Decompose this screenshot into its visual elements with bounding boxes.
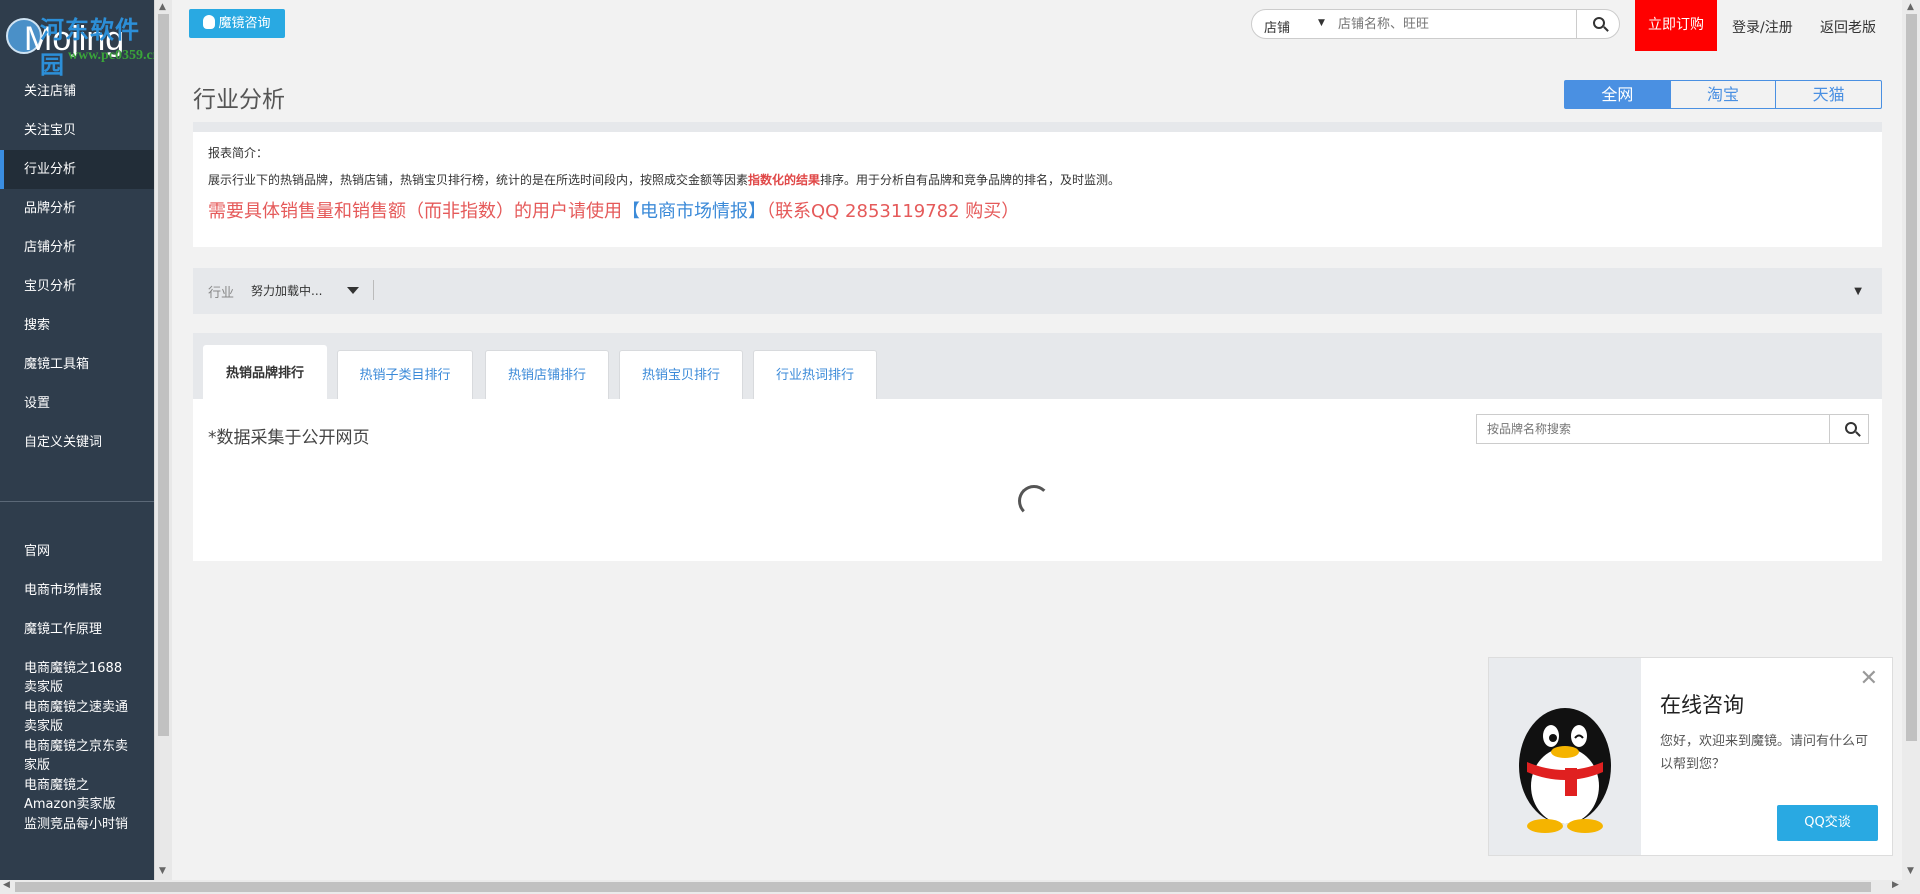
search-icon[interactable] bbox=[1845, 422, 1857, 434]
online-consult-popup: 在线咨询 您好，欢迎来到魔镜。请问有什么可以帮到您？ ✕ QQ交谈 bbox=[1488, 657, 1893, 856]
login-link[interactable]: 登录/注册 bbox=[1732, 17, 1793, 37]
industry-select[interactable]: 努力加载中... bbox=[251, 282, 322, 299]
shop-search: 店铺 ▼ bbox=[1251, 9, 1620, 39]
logo-watermark: 河东软件园 bbox=[40, 16, 140, 79]
qq-icon bbox=[203, 15, 216, 29]
promo-text-start: 需要具体销售量和销售额（而非指数）的用户请使用 bbox=[208, 201, 622, 222]
sidebar: Mojing 河东软件园 www.pc0359.cn 关注店铺 关注宝贝 行业分… bbox=[0, 0, 154, 880]
page-horizontal-scrollbar[interactable]: ◀ ▶ bbox=[0, 880, 1920, 894]
sidebar-link-1688[interactable]: 电商魔镜之1688卖家版 bbox=[0, 649, 154, 695]
promo-text: 需要具体销售量和销售额（而非指数）的用户请使用【电商市场情报】（联系QQ 285… bbox=[208, 197, 1867, 223]
qq-penguin-icon bbox=[1489, 658, 1641, 855]
page-vertical-scrollbar[interactable]: ▲ ▼ bbox=[1902, 0, 1920, 880]
consult-button-label: 魔镜咨询 bbox=[218, 16, 271, 31]
tab-hot-brands[interactable]: 热销品牌排行 bbox=[203, 345, 327, 400]
intro-desc-highlight: 指数化的结果 bbox=[748, 173, 821, 187]
filter-divider bbox=[373, 280, 374, 300]
order-now-button[interactable]: 立即订购 bbox=[1635, 0, 1717, 51]
intro-description: 展示行业下的热销品牌，热销店铺，热销宝贝排行榜，统计的是在所选时间段内，按照成交… bbox=[208, 171, 1867, 188]
page-title: 行业分析 bbox=[193, 87, 285, 113]
sidebar-item-search[interactable]: 搜索 bbox=[0, 306, 154, 345]
loading-spinner-icon bbox=[1018, 485, 1050, 517]
consult-title: 在线咨询 bbox=[1660, 693, 1744, 717]
sidebar-item-item-analysis[interactable]: 宝贝分析 bbox=[0, 267, 154, 306]
sidebar-link-market-intel[interactable]: 电商市场情报 bbox=[0, 571, 154, 610]
ranking-panel: 热销品牌排行 热销子类目排行 热销店铺排行 热销宝贝排行 行业热词排行 *数据采… bbox=[193, 333, 1882, 561]
market-intel-link[interactable]: 【电商市场情报】 bbox=[622, 201, 766, 222]
logo-url: www.pc0359.cn bbox=[68, 48, 154, 63]
logo[interactable]: Mojing 河东软件园 www.pc0359.cn bbox=[0, 0, 154, 79]
data-source-note: *数据采集于公开网页 bbox=[208, 428, 370, 448]
caret-down-icon[interactable]: ▼ bbox=[1318, 18, 1325, 28]
consult-button[interactable]: 魔镜咨询 bbox=[189, 9, 285, 38]
industry-filter: 行业 努力加载中... ▼ bbox=[193, 268, 1882, 314]
sidebar-links: 官网 电商市场情报 魔镜工作原理 电商魔镜之1688卖家版 电商魔镜之速卖通卖家… bbox=[0, 532, 154, 844]
brand-search bbox=[1476, 414, 1869, 444]
intro-heading: 报表简介： bbox=[208, 146, 269, 160]
sidebar-item-brand-analysis[interactable]: 品牌分析 bbox=[0, 189, 154, 228]
scroll-right-arrow-icon[interactable]: ▶ bbox=[1892, 880, 1899, 890]
tab-industry-keywords[interactable]: 行业热词排行 bbox=[753, 350, 877, 399]
industry-label: 行业 bbox=[208, 286, 235, 301]
expand-filter-icon[interactable]: ▼ bbox=[1854, 286, 1862, 297]
brand-search-input[interactable] bbox=[1477, 415, 1830, 443]
sidebar-scrollbar-thumb[interactable] bbox=[158, 14, 169, 736]
sidebar-link-official[interactable]: 官网 bbox=[0, 532, 154, 571]
sidebar-item-toolbox[interactable]: 魔镜工具箱 bbox=[0, 345, 154, 384]
sidebar-item-custom-keywords[interactable]: 自定义关键词 bbox=[0, 423, 154, 462]
tab-hot-subcategories[interactable]: 热销子类目排行 bbox=[337, 350, 473, 399]
intro-desc-text-end: 排序。用于分析自有品牌和竞争品牌的排名，及时监测。 bbox=[820, 173, 1121, 187]
sidebar-item-shop-analysis[interactable]: 店铺分析 bbox=[0, 228, 154, 267]
sidebar-item-settings[interactable]: 设置 bbox=[0, 384, 154, 423]
sidebar-divider bbox=[0, 501, 154, 502]
intro-desc-text: 展示行业下的热销品牌，热销店铺，热销宝贝排行榜，统计的是在所选时间段内，按照成交… bbox=[208, 173, 749, 187]
tab-hot-items[interactable]: 热销宝贝排行 bbox=[619, 350, 743, 399]
scroll-up-arrow-icon[interactable]: ▲ bbox=[159, 2, 166, 12]
scroll-left-arrow-icon[interactable]: ◀ bbox=[3, 880, 10, 890]
search-icon bbox=[1593, 17, 1605, 29]
segment-all[interactable]: 全网 bbox=[1565, 81, 1671, 108]
horizontal-scrollbar-thumb[interactable] bbox=[15, 882, 1871, 892]
segment-tmall[interactable]: 天猫 bbox=[1776, 81, 1881, 108]
scroll-down-arrow-icon[interactable]: ▼ bbox=[1907, 866, 1914, 876]
tab-hot-shops[interactable]: 热销店铺排行 bbox=[485, 350, 609, 399]
segment-taobao[interactable]: 淘宝 bbox=[1671, 81, 1777, 108]
qq-chat-button[interactable]: QQ交谈 bbox=[1777, 805, 1878, 841]
search-button[interactable] bbox=[1579, 10, 1619, 38]
back-old-version-link[interactable]: 返回老版 bbox=[1820, 17, 1876, 37]
consult-message: 您好，欢迎来到魔镜。请问有什么可以帮到您？ bbox=[1660, 734, 1869, 772]
platform-switch: 全网 淘宝 天猫 bbox=[1564, 80, 1882, 109]
scroll-up-arrow-icon[interactable]: ▲ bbox=[1907, 2, 1914, 12]
sidebar-item-industry-analysis[interactable]: 行业分析 bbox=[0, 150, 154, 189]
report-intro: 报表简介： 展示行业下的热销品牌，热销店铺，热销宝贝排行榜，统计的是在所选时间段… bbox=[193, 122, 1882, 247]
ranking-tabs: 热销品牌排行 热销子类目排行 热销店铺排行 热销宝贝排行 行业热词排行 bbox=[193, 333, 1882, 400]
sidebar-scrollbar[interactable]: ▲ ▼ bbox=[154, 0, 172, 880]
dropdown-arrow-icon[interactable] bbox=[347, 287, 359, 294]
qq-chat-label: QQ交谈 bbox=[1804, 815, 1851, 830]
sidebar-nav: 关注店铺 关注宝贝 行业分析 品牌分析 店铺分析 宝贝分析 搜索 魔镜工具箱 设… bbox=[0, 72, 154, 462]
scroll-down-arrow-icon[interactable]: ▼ bbox=[159, 866, 166, 876]
search-input[interactable] bbox=[1332, 10, 1577, 38]
search-type-select[interactable]: 店铺 bbox=[1264, 17, 1290, 36]
sidebar-item-follow-items[interactable]: 关注宝贝 bbox=[0, 111, 154, 150]
page-scrollbar-thumb[interactable] bbox=[1906, 14, 1917, 741]
sidebar-link-how-it-works[interactable]: 魔镜工作原理 bbox=[0, 610, 154, 649]
promo-contact: （联系QQ 2853119782 购买） bbox=[766, 201, 1020, 222]
close-icon[interactable]: ✕ bbox=[1860, 666, 1878, 691]
